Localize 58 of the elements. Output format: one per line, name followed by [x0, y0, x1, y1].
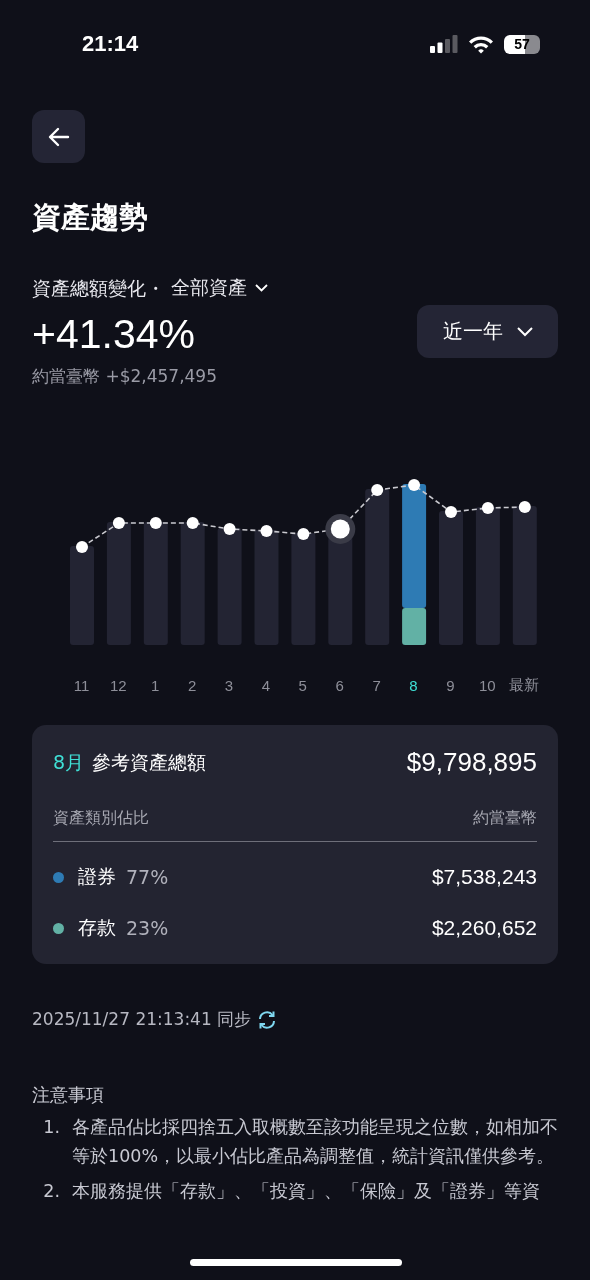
- month-label[interactable]: 1: [136, 676, 174, 695]
- data-point[interactable]: [297, 528, 310, 540]
- wifi-icon: [468, 34, 494, 54]
- scope-dropdown[interactable]: 全部資產: [171, 275, 268, 301]
- data-point[interactable]: [408, 479, 421, 491]
- sync-time: 2025/11/27 21:13:41 同步: [32, 1008, 252, 1031]
- asset-value: $7,538,243: [431, 865, 537, 889]
- data-point[interactable]: [223, 523, 236, 535]
- column-header: 約當臺幣: [473, 808, 537, 829]
- data-point[interactable]: [112, 517, 125, 529]
- month-label[interactable]: 9: [431, 676, 469, 695]
- month-label[interactable]: 7: [358, 676, 395, 695]
- chevron-down-icon: [255, 284, 268, 292]
- status-time: 21:14: [82, 31, 139, 57]
- metric-label: 資產總額變化・: [32, 276, 165, 301]
- data-point[interactable]: [518, 501, 531, 513]
- month-label[interactable]: 4: [247, 676, 285, 695]
- total-amount: $9,798,895: [406, 747, 537, 778]
- note-number: 2.: [42, 1180, 61, 1203]
- data-point[interactable]: [260, 525, 273, 537]
- month-label[interactable]: 11: [63, 676, 100, 695]
- data-point[interactable]: [445, 506, 457, 518]
- notes-title: 注意事項: [32, 1083, 105, 1107]
- page-title: 資產趨勢: [32, 199, 149, 236]
- signal-icon: [430, 35, 458, 53]
- asset-share: 77%: [126, 866, 169, 888]
- data-point[interactable]: [371, 484, 384, 496]
- month-label[interactable]: 5: [284, 676, 322, 695]
- month-label[interactable]: 6: [321, 676, 359, 695]
- data-point[interactable]: [481, 502, 494, 514]
- change-percent: +41.34%: [32, 310, 196, 359]
- change-amount: 約當臺幣 +$2,457,495: [32, 365, 217, 388]
- month-label[interactable]: 最新: [505, 676, 543, 695]
- data-point[interactable]: [186, 517, 199, 529]
- chevron-down-icon: [516, 326, 533, 337]
- asset-share: 23%: [126, 917, 169, 939]
- refresh-icon[interactable]: [257, 1009, 278, 1030]
- month-label[interactable]: 10: [468, 676, 506, 695]
- month-label[interactable]: 3: [210, 676, 248, 695]
- total-label: 參考資產總額: [92, 749, 207, 775]
- month-label[interactable]: 8: [395, 676, 432, 695]
- month-label[interactable]: 2: [173, 676, 211, 695]
- note-text: 本服務提供「存款」、「投資」、「保險」及「證券」等資: [72, 1180, 541, 1203]
- note-number: 1.: [42, 1116, 61, 1139]
- data-point[interactable]: [325, 514, 356, 544]
- data-point[interactable]: [76, 541, 88, 553]
- back-button[interactable]: [32, 110, 85, 163]
- data-point[interactable]: [149, 517, 162, 529]
- asset-name: 存款: [78, 915, 116, 940]
- selected-month: 8月: [53, 749, 85, 775]
- battery-indicator: 57: [504, 34, 540, 54]
- note-text: 各產品佔比採四捨五入取概數至該功能呈現之位數，如相加不等於100%，以最小佔比產品為調整值，統計資訊僅供參考。: [72, 1116, 558, 1168]
- period-dropdown[interactable]: 近一年: [417, 305, 558, 358]
- column-header: 資產類別佔比: [53, 808, 149, 829]
- asset-value: $2,260,652: [431, 916, 537, 940]
- asset-name: 證券: [78, 864, 116, 889]
- month-label[interactable]: 12: [99, 676, 137, 695]
- back-arrow-icon: [47, 126, 70, 147]
